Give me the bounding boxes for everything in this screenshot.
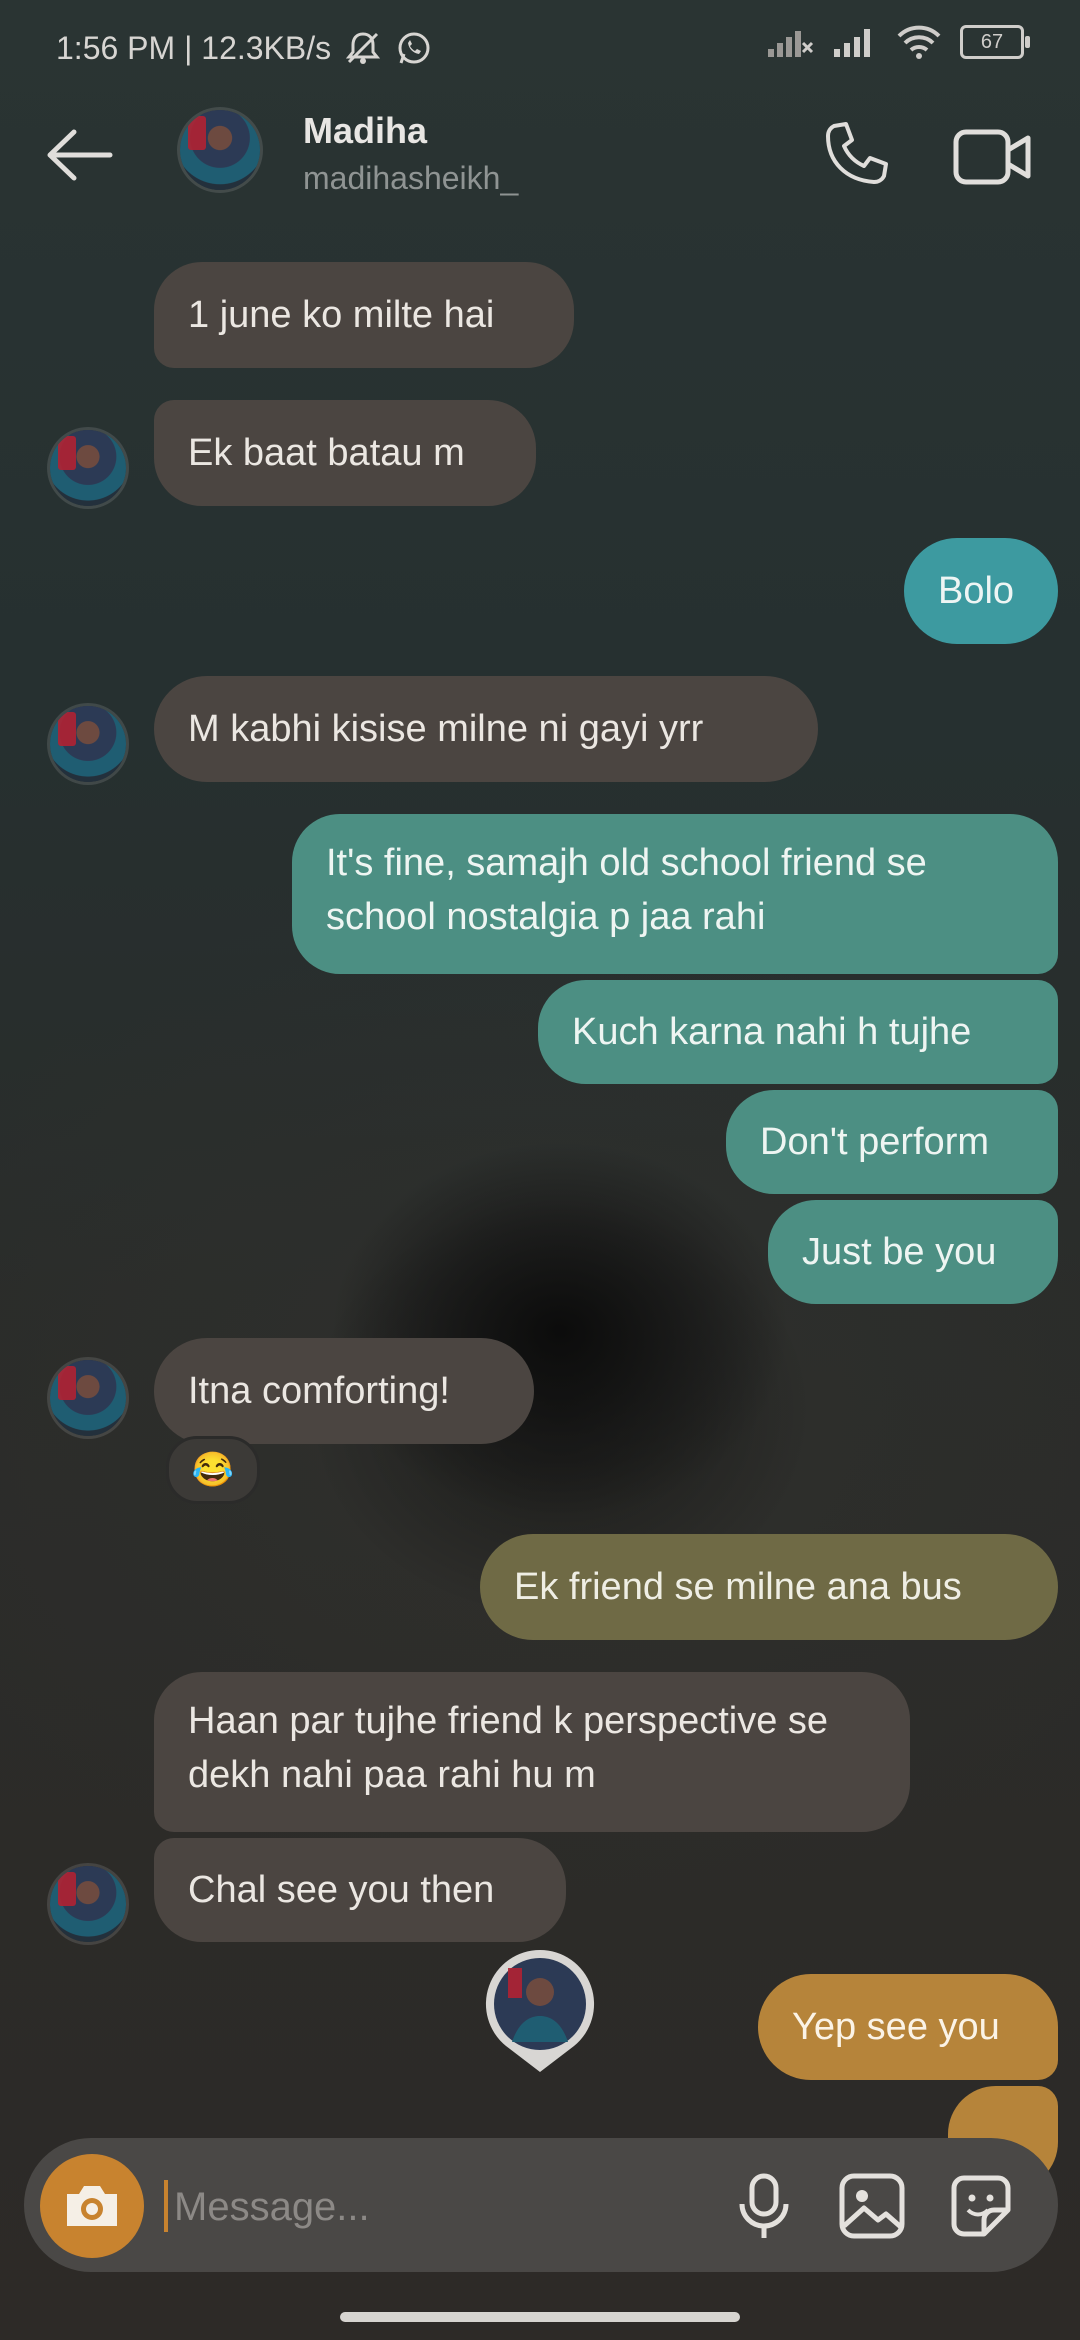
- battery-icon: 67: [960, 25, 1030, 59]
- back-arrow-icon[interactable]: [40, 122, 120, 188]
- sender-avatar[interactable]: [50, 706, 126, 782]
- message-incoming[interactable]: Ek baat batau m: [154, 400, 536, 506]
- message-incoming[interactable]: Chal see you then: [154, 1838, 566, 1942]
- wifi-icon: [897, 25, 941, 59]
- message-composer: [24, 2138, 1058, 2272]
- camera-button[interactable]: [40, 2154, 144, 2258]
- sender-avatar[interactable]: [50, 1360, 126, 1436]
- typing-indicator-avatar: [485, 1950, 595, 2072]
- sender-avatar[interactable]: [50, 1866, 126, 1942]
- status-bar: 1:56 PM | 12.3KB/s 67: [0, 0, 1080, 96]
- camera-icon: [67, 2186, 117, 2226]
- status-time: 1:56 PM | 12.3KB/s: [56, 29, 332, 66]
- message-outgoing[interactable]: Yep see you: [758, 1974, 1058, 2080]
- message-outgoing[interactable]: It's fine, samajh old school friend se s…: [292, 814, 1058, 974]
- video-call-icon[interactable]: [952, 124, 1032, 190]
- message-outgoing[interactable]: Bolo: [904, 538, 1058, 644]
- message-reaction[interactable]: 😂: [166, 1436, 260, 1504]
- home-indicator[interactable]: [340, 2312, 740, 2322]
- gallery-icon[interactable]: [832, 2166, 912, 2246]
- message-outgoing[interactable]: Ek friend se milne ana bus: [480, 1534, 1058, 1640]
- message-incoming[interactable]: Itna comforting!: [154, 1338, 534, 1444]
- sender-avatar[interactable]: [50, 430, 126, 506]
- microphone-icon[interactable]: [724, 2166, 804, 2246]
- message-incoming[interactable]: 1 june ko milte hai: [154, 262, 574, 368]
- message-outgoing[interactable]: Just be you: [768, 1200, 1058, 1304]
- whatsapp-icon: [398, 32, 430, 64]
- signal-off-icon: [768, 31, 814, 57]
- sticker-icon[interactable]: [940, 2166, 1020, 2246]
- contact-avatar[interactable]: [180, 110, 260, 190]
- battery-level: 67: [980, 30, 1004, 53]
- contact-username[interactable]: madihasheikh_: [303, 160, 518, 197]
- text-cursor: [164, 2180, 168, 2232]
- phone-call-icon[interactable]: [816, 118, 892, 194]
- contact-name[interactable]: Madiha: [303, 110, 427, 152]
- message-incoming[interactable]: M kabhi kisise milne ni gayi yrr: [154, 676, 818, 782]
- message-outgoing[interactable]: Don't perform: [726, 1090, 1058, 1194]
- chat-header: Madiha madihasheikh_: [0, 100, 1080, 210]
- message-input[interactable]: [172, 2172, 696, 2242]
- message-outgoing[interactable]: Kuch karna nahi h tujhe: [538, 980, 1058, 1084]
- signal-icon: [834, 29, 870, 57]
- wallpaper-shadow: [330, 1140, 790, 1520]
- message-incoming[interactable]: Haan par tujhe friend k perspective se d…: [154, 1672, 910, 1832]
- mute-icon: [346, 32, 381, 64]
